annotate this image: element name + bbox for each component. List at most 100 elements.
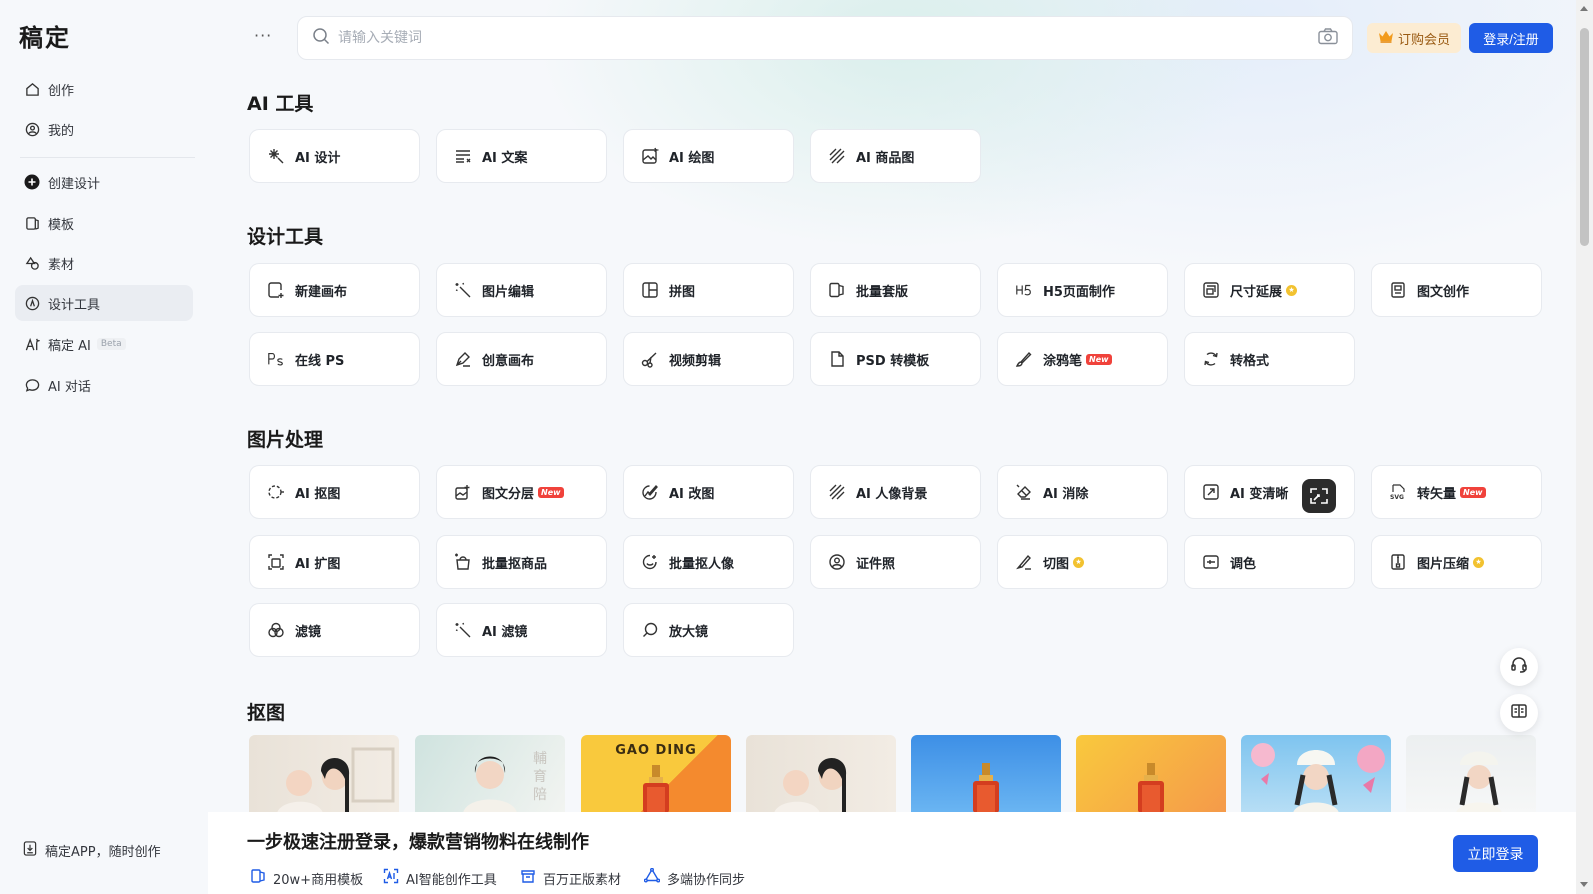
tool-slice[interactable]: 切图 ★ [997, 535, 1168, 589]
tool-ai-drawing[interactable]: AI 绘图 [623, 129, 794, 183]
knife-icon [1015, 553, 1033, 571]
tool-ai-product-image[interactable]: AI 商品图 [810, 129, 981, 183]
sharpen-hover-icon[interactable] [1302, 479, 1336, 513]
cutout-thumbnail[interactable]: 輔育陪 [415, 735, 565, 813]
tool-ai-cutout[interactable]: AI 抠图 [249, 465, 420, 519]
sidebar-item-label: 创建设计 [48, 176, 101, 192]
tool-doodle-pen[interactable]: 涂鸦笔 New [997, 332, 1168, 386]
scroll-up-arrow-icon[interactable] [1580, 6, 1588, 11]
tool-ai-copywriting[interactable]: AI 文案 [436, 129, 607, 183]
tool-vectorize[interactable]: SVG 转矢量 New [1371, 465, 1542, 519]
tool-collage[interactable]: 拼图 [623, 263, 794, 317]
tool-new-canvas[interactable]: 新建画布 [249, 263, 420, 317]
compass-icon [24, 295, 40, 311]
collage-icon [641, 281, 659, 299]
tool-label: 图片编辑 [482, 284, 535, 300]
app-download-link[interactable]: 稿定APP，随时创作 [23, 841, 161, 860]
cutout-thumbnail[interactable] [1241, 735, 1391, 813]
user-circle-icon [828, 553, 846, 571]
tool-creative-canvas[interactable]: 创意画布 [436, 332, 607, 386]
tool-magnifier[interactable]: 放大镜 [623, 603, 794, 657]
tool-format-convert[interactable]: 转格式 [1184, 332, 1355, 386]
cutout-thumbnail[interactable] [1076, 735, 1226, 813]
sidebar-item-label: 素材 [48, 257, 75, 273]
guide-book-button[interactable] [1500, 694, 1538, 732]
tool-label: 创意画布 [482, 353, 535, 369]
sidebar-item-templates[interactable]: 模板 [15, 205, 193, 241]
sync-icon [643, 867, 661, 888]
magic-wand-icon [454, 281, 472, 299]
ps-icon [267, 350, 285, 368]
search-bar[interactable] [297, 16, 1353, 60]
scissors-icon [641, 350, 659, 368]
tool-psd-to-template[interactable]: PSD 转模板 [810, 332, 981, 386]
tool-size-extend[interactable]: 尺寸延展 ★ [1184, 263, 1355, 317]
scrollbar-thumb[interactable] [1580, 28, 1589, 246]
tool-online-ps[interactable]: 在线 PS [249, 332, 420, 386]
tool-label: AI 设计 [295, 150, 341, 166]
tool-ai-expand[interactable]: AI 扩图 [249, 535, 420, 589]
beta-badge: Beta [96, 338, 126, 350]
tool-label: 图文创作 [1417, 284, 1470, 300]
search-input[interactable] [338, 30, 1318, 46]
tool-graphic-creation[interactable]: 图文创作 [1371, 263, 1542, 317]
feature-ai-tools: AI智能创作工具 [383, 868, 497, 888]
chat-icon [24, 377, 40, 393]
headset-icon [1510, 656, 1528, 678]
search-icon [312, 27, 330, 49]
tool-label: AI 商品图 [856, 150, 915, 166]
customer-service-button[interactable] [1500, 648, 1538, 686]
sidebar-item-design-tools[interactable]: 设计工具 [15, 285, 193, 321]
tool-filter[interactable]: 滤镜 [249, 603, 420, 657]
store-icon [520, 868, 536, 888]
sidebar-item-label: 我的 [48, 123, 75, 139]
sidebar-item-materials[interactable]: 素材 [15, 245, 193, 281]
tool-color-adjust[interactable]: 调色 [1184, 535, 1355, 589]
tool-ai-image-modify[interactable]: AI 改图 [623, 465, 794, 519]
tool-batch-template[interactable]: 批量套版 [810, 263, 981, 317]
tool-id-photo[interactable]: 证件照 [810, 535, 981, 589]
cutout-thumbnail[interactable] [746, 735, 896, 813]
tool-ai-filter[interactable]: AI 滤镜 [436, 603, 607, 657]
cutout-thumbnail[interactable] [249, 735, 399, 813]
tool-label: AI 人像背景 [856, 486, 928, 502]
app-logo[interactable]: 稿定 [19, 18, 71, 53]
tool-label: 图片压缩 [1417, 556, 1470, 572]
scrollbar[interactable] [1576, 0, 1593, 894]
tool-h5-page[interactable]: H5页面制作 [997, 263, 1168, 317]
tool-image-edit[interactable]: 图片编辑 [436, 263, 607, 317]
section-title-cutout: 抠图 [247, 702, 286, 724]
resize-icon [1202, 281, 1220, 299]
edit-image-icon [641, 483, 659, 501]
tool-ai-design[interactable]: AI 设计 [249, 129, 420, 183]
cutout-thumbnail[interactable] [1406, 735, 1536, 813]
login-register-button[interactable]: 登录/注册 [1469, 23, 1553, 53]
login-now-button[interactable]: 立即登录 [1453, 835, 1538, 872]
tool-ai-portrait-bg[interactable]: AI 人像背景 [810, 465, 981, 519]
svg-text:輔: 輔 [533, 751, 547, 767]
sidebar-item-gaoding-ai[interactable]: 稿定 AI Beta [15, 326, 193, 362]
tool-label: 滤镜 [295, 624, 322, 640]
sidebar-item-ai-chat[interactable]: AI 对话 [15, 367, 193, 403]
sidebar-item-create[interactable]: 创作 [15, 71, 193, 107]
cutout-thumbnail[interactable]: GAO DING [581, 735, 731, 813]
tool-video-edit[interactable]: 视频剪辑 [623, 332, 794, 386]
scroll-down-arrow-icon[interactable] [1580, 882, 1588, 887]
tool-batch-portrait-cutout[interactable]: 批量抠人像 [623, 535, 794, 589]
sidebar-item-mine[interactable]: 我的 [15, 111, 193, 147]
ai-scan-icon [383, 868, 399, 888]
cutout-thumbnail[interactable] [911, 735, 1061, 813]
more-button[interactable]: ··· [254, 26, 272, 45]
download-icon [23, 841, 37, 860]
camera-icon[interactable] [1318, 27, 1338, 49]
tool-image-compress[interactable]: 图片压缩 ★ [1371, 535, 1542, 589]
sidebar: 稿定 创作 我的 创建设计 模板 素材 设计工具 稿定 AI Beta AI 对… [0, 0, 208, 894]
sidebar-item-create-design[interactable]: 创建设计 [15, 164, 193, 200]
tool-label: 视频剪辑 [669, 353, 722, 369]
tool-graphic-layering[interactable]: 图文分层 New [436, 465, 607, 519]
tool-label: AI 抠图 [295, 486, 341, 502]
vip-button[interactable]: 订购会员 [1367, 23, 1461, 53]
tool-label: 调色 [1230, 556, 1257, 572]
tool-batch-product-cutout[interactable]: 批量抠商品 [436, 535, 607, 589]
tool-ai-remove[interactable]: AI 消除 [997, 465, 1168, 519]
